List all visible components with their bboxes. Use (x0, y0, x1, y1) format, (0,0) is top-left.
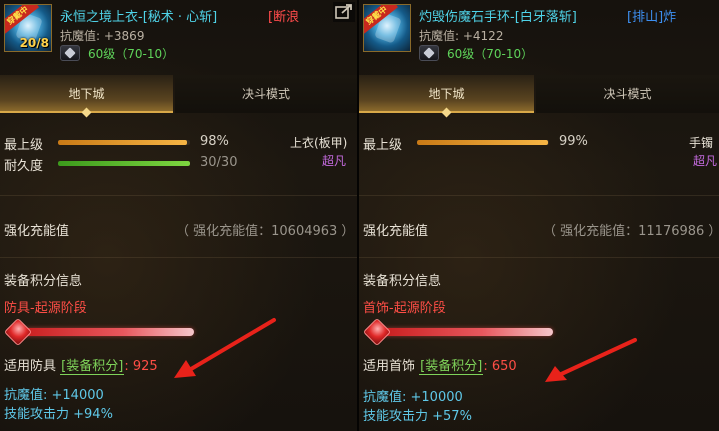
rarity: 超凡 (322, 154, 347, 168)
bonus-magic-resistance: 抗魔值: +14000 (4, 388, 104, 403)
score-gauge-track (377, 328, 553, 336)
divider (0, 257, 357, 258)
score-info-title: 装备积分信息 (4, 274, 83, 289)
bonus-skill-attack: 技能攻击力 +57% (363, 409, 472, 424)
tab-duel-mode[interactable]: 决斗模式 (175, 75, 357, 113)
enhance-label: 强化充能值 (363, 224, 429, 239)
top-grade-bar-fill (58, 140, 188, 145)
magic-resistance: 抗魔值: +3869 (60, 29, 145, 43)
ruby-icon (3, 317, 33, 347)
score-number: : 650 (483, 359, 517, 374)
item-tooltip-right: 穿戴中 灼毁伤魔石手环-[白牙落斩] [排山]炸 抗魔值: +4122 60级（… (359, 0, 719, 431)
slot-name: 上衣(板甲) (290, 136, 348, 150)
enhance-label: 强化充能值 (4, 224, 70, 239)
item-name: 永恒之境上衣-[秘术 · 心斩] (60, 10, 218, 25)
mode-tabs: 地下城 决斗模式 (0, 75, 357, 114)
item-icon[interactable]: 穿戴中 20/8 (4, 4, 52, 52)
mode-tabs: 地下城 决斗模式 (359, 75, 719, 114)
durability-bar (58, 161, 190, 166)
score-gauge (362, 317, 557, 347)
item-icon[interactable]: 穿戴中 (363, 4, 411, 52)
level-range: 60级（70-10） (447, 47, 534, 61)
applicable-score: 适用首饰 [装备积分]: 650 (363, 355, 517, 375)
bonus-skill-attack: 技能攻击力 +94% (4, 407, 113, 422)
score-number: : 925 (124, 359, 158, 374)
durability-value: 30/30 (200, 155, 238, 170)
bonus-magic-resistance: 抗魔值: +10000 (363, 390, 463, 405)
stat-label-top-grade: 最上级 (4, 138, 44, 153)
reinforce-level: 20/8 (19, 36, 49, 50)
divider (359, 195, 719, 196)
magic-resistance: 抗魔值: +4122 (419, 29, 504, 43)
stat-label-durability: 耐久度 (4, 159, 44, 174)
score-info-title: 装备积分信息 (363, 274, 442, 289)
score-gauge-track (18, 328, 194, 336)
item-set-tag: [断浪 (268, 10, 300, 25)
score-key-link[interactable]: [装备积分] (60, 359, 125, 375)
gem-icon (419, 45, 439, 61)
arrow-annotation (174, 318, 276, 378)
divider (359, 257, 719, 258)
stat-label-top-grade: 最上级 (363, 138, 403, 153)
divider (0, 195, 357, 196)
top-grade-value: 98% (200, 134, 229, 149)
item-set-tag: [排山]炸 (627, 10, 677, 25)
top-grade-bar (58, 140, 190, 145)
score-stage: 首饰-起源阶段 (363, 301, 446, 316)
share-icon[interactable] (333, 2, 355, 22)
score-stage: 防具-起源阶段 (4, 301, 87, 316)
top-grade-value: 99% (559, 134, 588, 149)
item-name: 灼毁伤魔石手环-[白牙落斩] (419, 10, 577, 25)
top-grade-bar (417, 140, 549, 145)
level-range: 60级（70-10） (88, 47, 175, 61)
tab-duel-mode[interactable]: 决斗模式 (536, 75, 719, 113)
tab-dungeon[interactable]: 地下城 (0, 75, 173, 113)
enhance-value: （ 强化充能值：11176986 ） (543, 224, 719, 239)
enhance-value: （ 强化充能值：10604963 ） (176, 224, 355, 239)
slot-name: 手镯 (689, 136, 714, 150)
gem-icon (60, 45, 80, 61)
top-grade-bar-fill (417, 140, 548, 145)
item-tooltip-left: 穿戴中 20/8 永恒之境上衣-[秘术 · 心斩] [断浪 抗魔值: +3869… (0, 0, 357, 431)
durability-bar-fill (58, 161, 190, 166)
ruby-icon (362, 317, 392, 347)
score-key-link[interactable]: [装备积分] (419, 359, 484, 375)
arrow-annotation (545, 338, 637, 382)
applicable-prefix: 适用防具 (4, 359, 57, 374)
applicable-prefix: 适用首饰 (363, 359, 416, 374)
applicable-score: 适用防具 [装备积分]: 925 (4, 355, 158, 375)
tab-dungeon[interactable]: 地下城 (359, 75, 534, 113)
rarity: 超凡 (693, 154, 718, 168)
